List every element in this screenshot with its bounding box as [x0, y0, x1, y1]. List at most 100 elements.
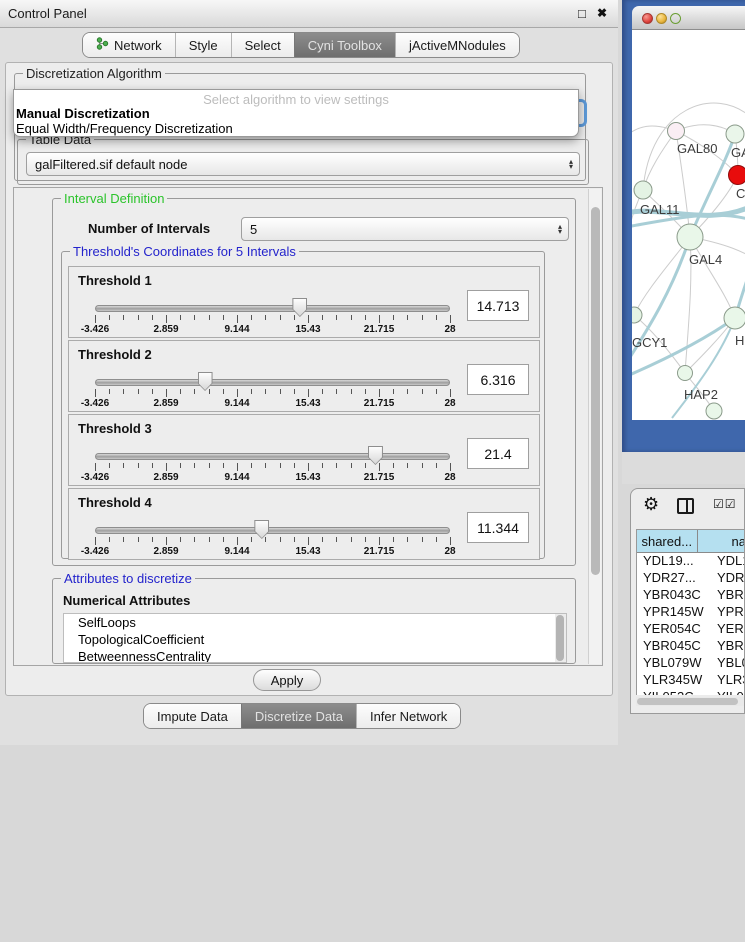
stepper-arrows-icon[interactable]: ▴▾: [563, 159, 579, 169]
tick-mark: [123, 389, 124, 394]
numerical-attributes-list[interactable]: SelfLoopsTopologicalCoefficientBetweenne…: [63, 613, 567, 663]
control-panel-window: Control Panel □ ✖ NetworkStyleSelectCyni…: [0, 0, 618, 745]
tick-mark: [209, 463, 210, 468]
table-row[interactable]: YER054CYER0: [637, 621, 745, 638]
tick-mark: [336, 315, 337, 320]
tick-mark: [237, 389, 238, 397]
thresholds-group-label: Threshold's Coordinates for 5 Intervals: [70, 244, 299, 259]
network-node[interactable]: [677, 224, 703, 250]
table-hscrollbar-thumb[interactable]: [637, 698, 738, 705]
slider-thumb[interactable]: [368, 446, 383, 465]
table-row[interactable]: YPR145WYPR1: [637, 604, 745, 621]
tab-label: Style: [189, 38, 218, 53]
tick-mark: [180, 315, 181, 320]
vertical-scrollbar[interactable]: [588, 189, 601, 664]
threshold-value-field[interactable]: [467, 438, 529, 469]
tick-mark: [365, 315, 366, 320]
table-row[interactable]: YBR043CYBR0: [637, 587, 745, 604]
attribute-list-item[interactable]: BetweennessCentrality: [64, 648, 566, 663]
tab-select[interactable]: Select: [231, 33, 294, 57]
table-row[interactable]: YIL052CYIL0: [637, 689, 745, 695]
slider-thumb[interactable]: [198, 372, 213, 391]
table-cell: YDL1: [710, 553, 745, 570]
close-window-icon[interactable]: ✖: [597, 6, 607, 20]
threshold-value-field[interactable]: [467, 512, 529, 543]
bottom-tabstrip: Impute DataDiscretize Data Infer Network: [143, 703, 461, 729]
table-data-combobox[interactable]: galFiltered.sif default node ▴▾: [26, 152, 580, 176]
slider-track[interactable]: [95, 527, 450, 534]
network-node-label: HAP2: [684, 387, 718, 402]
settings-scrollpane: Interval Definition Number of Intervals …: [13, 187, 603, 666]
tick-mark: [138, 463, 139, 468]
table-row[interactable]: YDL19...YDL1: [637, 553, 745, 570]
tab-infer-network[interactable]: Infer Network: [356, 704, 460, 728]
tab-label: Infer Network: [370, 709, 447, 724]
tab-jactivemnodules[interactable]: jActiveMNodules: [395, 33, 519, 57]
network-node[interactable]: [729, 166, 745, 185]
list-scrollbar-thumb[interactable]: [556, 615, 564, 661]
tick-mark: [322, 315, 323, 320]
network-node[interactable]: [634, 181, 652, 199]
checkboxes-icon[interactable]: ☑☑: [713, 497, 737, 511]
tick-label: 15.43: [295, 472, 320, 483]
tick-mark: [194, 537, 195, 542]
algorithm-dropdown-popup: Select algorithm to view settings Manual…: [13, 89, 579, 137]
table-row[interactable]: YBL079WYBL0: [637, 655, 745, 672]
float-window-icon[interactable]: □: [578, 6, 586, 21]
gear-icon[interactable]: ⚙: [643, 494, 659, 515]
threshold-value-field[interactable]: [467, 364, 529, 395]
slider-track[interactable]: [95, 453, 450, 460]
network-node[interactable]: [668, 123, 685, 140]
network-node[interactable]: [726, 125, 744, 143]
attribute-list-item[interactable]: TopologicalCoefficient: [64, 631, 566, 648]
tick-mark: [351, 389, 352, 394]
network-node[interactable]: [706, 403, 722, 419]
column-header[interactable]: shared...: [637, 530, 698, 552]
tab-style[interactable]: Style: [175, 33, 231, 57]
tab-network[interactable]: Network: [83, 33, 175, 57]
tab-discretize-data[interactable]: Discretize Data: [241, 704, 356, 728]
tick-label: 21.715: [364, 472, 395, 483]
tick-mark: [223, 537, 224, 542]
tick-mark: [180, 463, 181, 468]
apply-button[interactable]: Apply: [253, 669, 321, 691]
table-cell: YDL19...: [637, 553, 710, 570]
table-row[interactable]: YBR045CYBR0: [637, 638, 745, 655]
tab-impute-data[interactable]: Impute Data: [144, 704, 241, 728]
tick-mark: [450, 315, 451, 323]
tick-mark: [407, 389, 408, 394]
tick-mark: [351, 315, 352, 320]
slider-track[interactable]: [95, 305, 450, 312]
tick-mark: [180, 537, 181, 542]
tab-cyni-toolbox[interactable]: Cyni Toolbox: [294, 33, 395, 57]
table-row[interactable]: YLR345WYLR3: [637, 672, 745, 689]
network-canvas[interactable]: GAL80GALCGAL11GAL4HGCY1HAP2: [632, 30, 745, 420]
stepper-arrows-icon[interactable]: ▴▾: [552, 224, 568, 234]
tick-mark: [450, 389, 451, 397]
minimize-traffic-light-icon[interactable]: [656, 13, 667, 24]
threshold-label: Threshold 1: [78, 273, 152, 288]
tick-mark: [422, 463, 423, 468]
network-node[interactable]: [724, 307, 745, 329]
zoom-traffic-light-icon[interactable]: [670, 13, 681, 24]
close-traffic-light-icon[interactable]: [642, 13, 653, 24]
threshold-value-field[interactable]: [467, 290, 529, 321]
tick-mark: [322, 389, 323, 394]
column-header[interactable]: na: [698, 530, 745, 552]
vertical-scrollbar-thumb[interactable]: [591, 207, 600, 575]
slider-track[interactable]: [95, 379, 450, 386]
table-cell: YPR1: [710, 604, 745, 621]
table-horizontal-scrollbar[interactable]: [636, 697, 745, 706]
table-row[interactable]: YDR27...YDR2: [637, 570, 745, 587]
network-node[interactable]: [678, 366, 693, 381]
table-cell: YBR045C: [637, 638, 710, 655]
algorithm-option[interactable]: Equal Width/Frequency Discretization: [16, 121, 233, 136]
tick-mark: [294, 537, 295, 542]
list-scrollbar[interactable]: [555, 614, 566, 662]
node-table[interactable]: shared...na YDL19...YDL1YDR27...YDR2YBR0…: [636, 529, 745, 695]
number-of-intervals-combobox[interactable]: 5 ▴▾: [241, 217, 569, 241]
slider-thumb[interactable]: [254, 520, 269, 539]
algorithm-option[interactable]: Manual Discretization: [16, 106, 150, 121]
split-view-icon[interactable]: [677, 498, 694, 514]
attribute-list-item[interactable]: SelfLoops: [64, 614, 566, 631]
